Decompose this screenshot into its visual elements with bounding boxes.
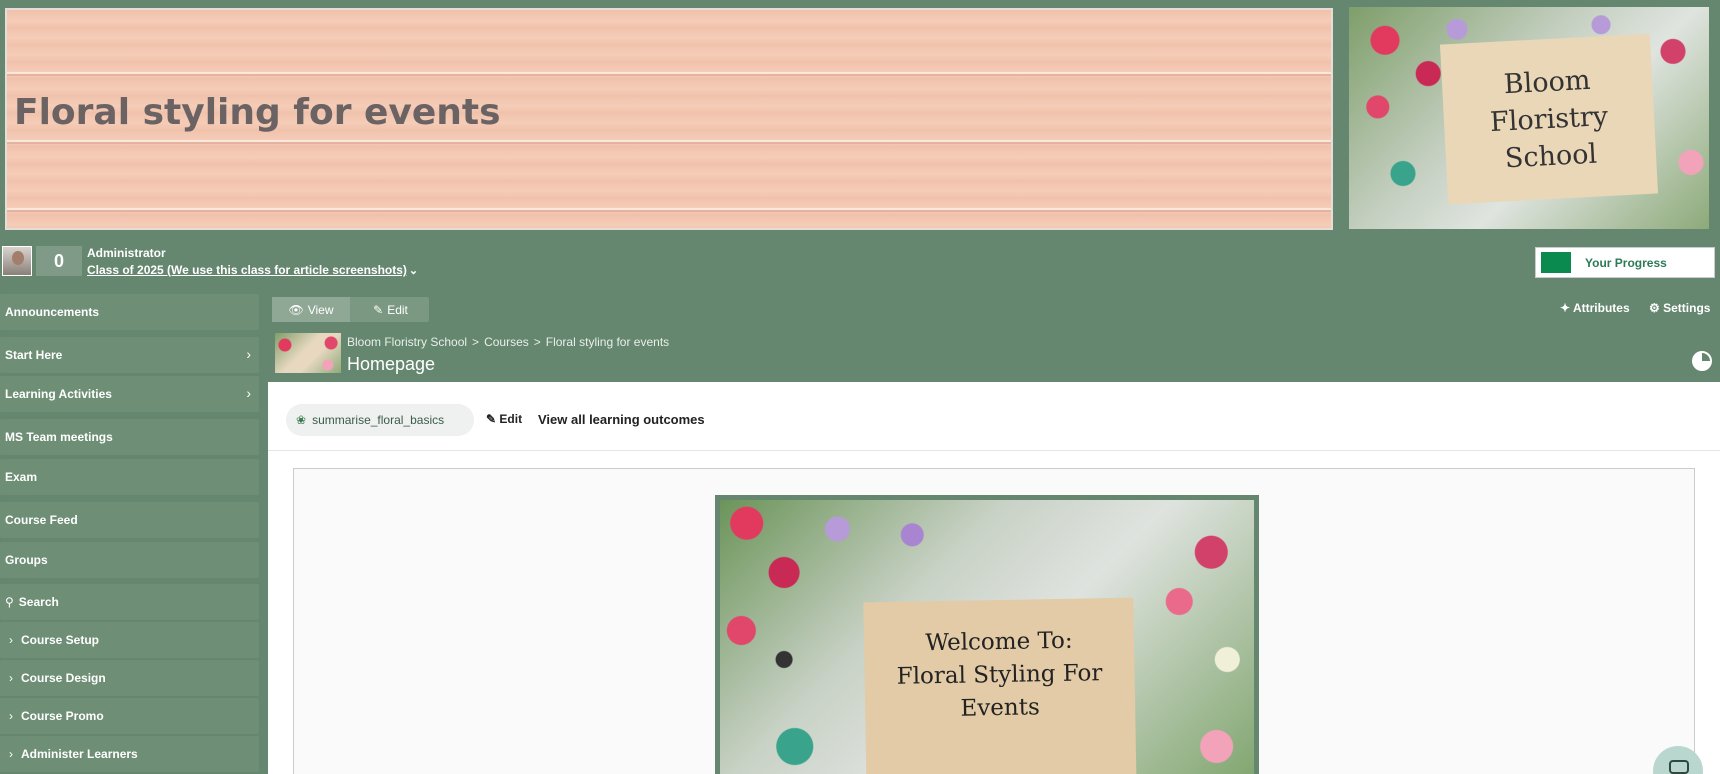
sidebar-item-groups[interactable]: Groups bbox=[0, 542, 259, 578]
sidebar-item-label: Groups bbox=[5, 553, 48, 567]
sidebar-item-label: Administer Learners bbox=[21, 747, 138, 761]
sidebar-item-label: Learning Activities bbox=[5, 387, 112, 401]
user-bar: 0 Administrator Class of 2025 (We use th… bbox=[0, 240, 1720, 284]
eye-icon: 👁 bbox=[288, 302, 304, 317]
sidebar-item-label: Course Setup bbox=[21, 633, 100, 647]
sidebar-item-ms-team-meetings[interactable]: MS Team meetings bbox=[0, 419, 259, 455]
page-title: Homepage bbox=[347, 354, 436, 374]
sidebar-item-start-here[interactable]: Start Here › bbox=[0, 337, 259, 373]
progress-label: Your Progress bbox=[1585, 256, 1667, 270]
sidebar-item-label: MS Team meetings bbox=[5, 430, 113, 444]
welcome-line: Floral Styling For bbox=[896, 660, 1103, 690]
logo-line: Bloom bbox=[1503, 64, 1592, 100]
breadcrumb-separator: > bbox=[533, 335, 541, 349]
settings-link[interactable]: ⚙ Settings bbox=[1649, 301, 1710, 315]
sprout-icon: ❀ bbox=[296, 413, 307, 427]
course-banner: Floral styling for events Bloom Floristr… bbox=[0, 0, 1720, 240]
welcome-line: Events bbox=[960, 694, 1040, 722]
chevron-right-icon: › bbox=[9, 671, 13, 685]
chevron-right-icon: › bbox=[9, 709, 13, 723]
sidebar-item-search[interactable]: ⚲ Search bbox=[0, 584, 259, 620]
learning-outcome-tag[interactable]: ❀ summarise_floral_basics bbox=[286, 404, 474, 436]
sidebar-item-course-setup[interactable]: › Course Setup bbox=[0, 622, 259, 658]
progress-indicator bbox=[1541, 252, 1571, 273]
sidebar-item-administer-learners[interactable]: › Administer Learners bbox=[0, 736, 259, 772]
user-role: Administrator bbox=[87, 246, 166, 260]
school-logo: Bloom Floristry School bbox=[1349, 7, 1709, 229]
sidebar-item-label: Course Design bbox=[21, 671, 106, 685]
sidebar-item-label: Search bbox=[18, 595, 59, 609]
edit-outcomes-button[interactable]: ✎ Edit bbox=[486, 412, 522, 426]
sidebar-item-exam[interactable]: Exam bbox=[0, 459, 259, 495]
course-title: Floral styling for events bbox=[14, 92, 501, 133]
sidebar-item-course-design[interactable]: › Course Design bbox=[0, 660, 259, 696]
sidebar-item-label: Start Here bbox=[5, 348, 63, 362]
chevron-right-icon: › bbox=[9, 747, 13, 761]
edit-square-icon: ✎ bbox=[486, 412, 497, 426]
settings-label: Settings bbox=[1663, 301, 1711, 315]
view-button[interactable]: 👁 View bbox=[272, 297, 350, 322]
breadcrumb-courses[interactable]: Courses bbox=[484, 335, 529, 349]
sidebar-item-label: Exam bbox=[5, 470, 38, 484]
view-all-outcomes-link[interactable]: View all learning outcomes bbox=[538, 412, 705, 427]
chevron-right-icon: › bbox=[246, 346, 251, 362]
class-name: Class of 2025 (We use this class for art… bbox=[87, 263, 407, 277]
view-label: View bbox=[307, 302, 334, 317]
avatar[interactable] bbox=[2, 246, 32, 276]
view-edit-toggle: 👁 View ✎ Edit bbox=[272, 297, 429, 322]
course-thumbnail bbox=[275, 333, 341, 373]
breadcrumb-course[interactable]: Floral styling for events bbox=[546, 335, 669, 349]
attributes-label: Attributes bbox=[1572, 301, 1630, 315]
class-selector[interactable]: Class of 2025 (We use this class for art… bbox=[87, 263, 418, 277]
sidebar-item-course-promo[interactable]: › Course Promo bbox=[0, 698, 259, 734]
search-icon: ⚲ bbox=[5, 595, 14, 609]
welcome-paper: Welcome To: Floral Styling For Events bbox=[863, 597, 1137, 774]
attributes-link[interactable]: ✦ Attributes bbox=[1560, 301, 1630, 315]
magic-wand-icon: ✦ bbox=[1560, 301, 1571, 315]
chevron-right-icon: › bbox=[9, 633, 13, 647]
welcome-line: Welcome To: bbox=[925, 627, 1073, 657]
sidebar-item-course-feed[interactable]: Course Feed bbox=[0, 502, 259, 538]
logo-line: School bbox=[1504, 138, 1598, 174]
points-badge: 0 bbox=[36, 246, 82, 276]
edit-label: Edit bbox=[387, 302, 408, 317]
breadcrumb: Bloom Floristry School > Courses > Floral st… bbox=[347, 335, 669, 349]
logo-paper: Bloom Floristry School bbox=[1439, 33, 1659, 205]
logo-line: Floristry bbox=[1489, 100, 1609, 138]
completion-pie-icon[interactable] bbox=[1692, 351, 1712, 371]
edit-button[interactable]: ✎ Edit bbox=[352, 297, 429, 322]
edit-outcomes-label: Edit bbox=[499, 412, 523, 426]
sidebar-item-label: Course Feed bbox=[5, 513, 78, 527]
your-progress-button[interactable]: Your Progress bbox=[1535, 247, 1715, 278]
page-content: ❀ summarise_floral_basics ✎ Edit View al… bbox=[268, 382, 1720, 774]
welcome-image: Welcome To: Floral Styling For Events bbox=[715, 495, 1259, 774]
sidebar-item-label: Course Promo bbox=[21, 709, 104, 723]
chevron-down-icon: ⌄ bbox=[408, 265, 419, 277]
page-header: 👁 View ✎ Edit ✦ Attributes ⚙ Settings Bl… bbox=[268, 294, 1720, 382]
gear-icon: ⚙ bbox=[1649, 301, 1660, 315]
sidebar-item-learning-activities[interactable]: Learning Activities › bbox=[0, 376, 259, 412]
divider bbox=[268, 450, 1720, 451]
pencil-icon: ✎ bbox=[373, 302, 384, 317]
breadcrumb-separator: > bbox=[472, 335, 480, 349]
outcome-tag-label: summarise_floral_basics bbox=[312, 413, 445, 427]
chevron-right-icon: › bbox=[246, 385, 251, 401]
sidebar-item-announcements[interactable]: Announcements bbox=[0, 294, 259, 330]
content-frame: Welcome To: Floral Styling For Events bbox=[293, 468, 1695, 774]
breadcrumb-school[interactable]: Bloom Floristry School bbox=[347, 335, 467, 349]
sidebar-item-label: Announcements bbox=[5, 305, 100, 319]
